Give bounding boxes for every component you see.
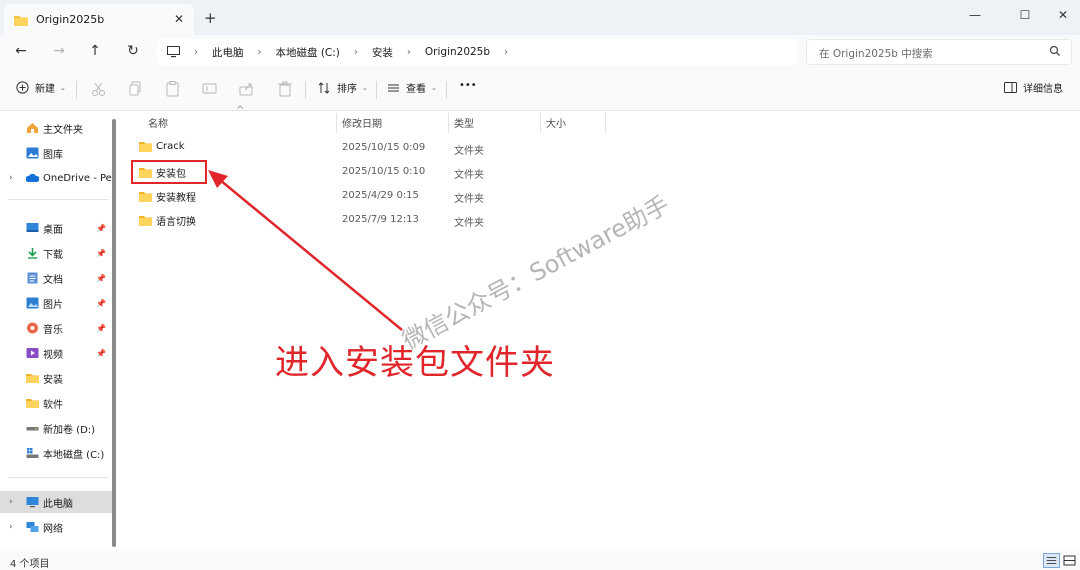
tiles-view-icon[interactable]: [1061, 553, 1078, 568]
item-count: 4 个项目: [10, 559, 50, 570]
annotation-text: 进入安装包文件夹: [275, 343, 555, 383]
status-bar: 4 个项目: [0, 551, 1080, 570]
details-view-icon[interactable]: [1043, 553, 1060, 568]
